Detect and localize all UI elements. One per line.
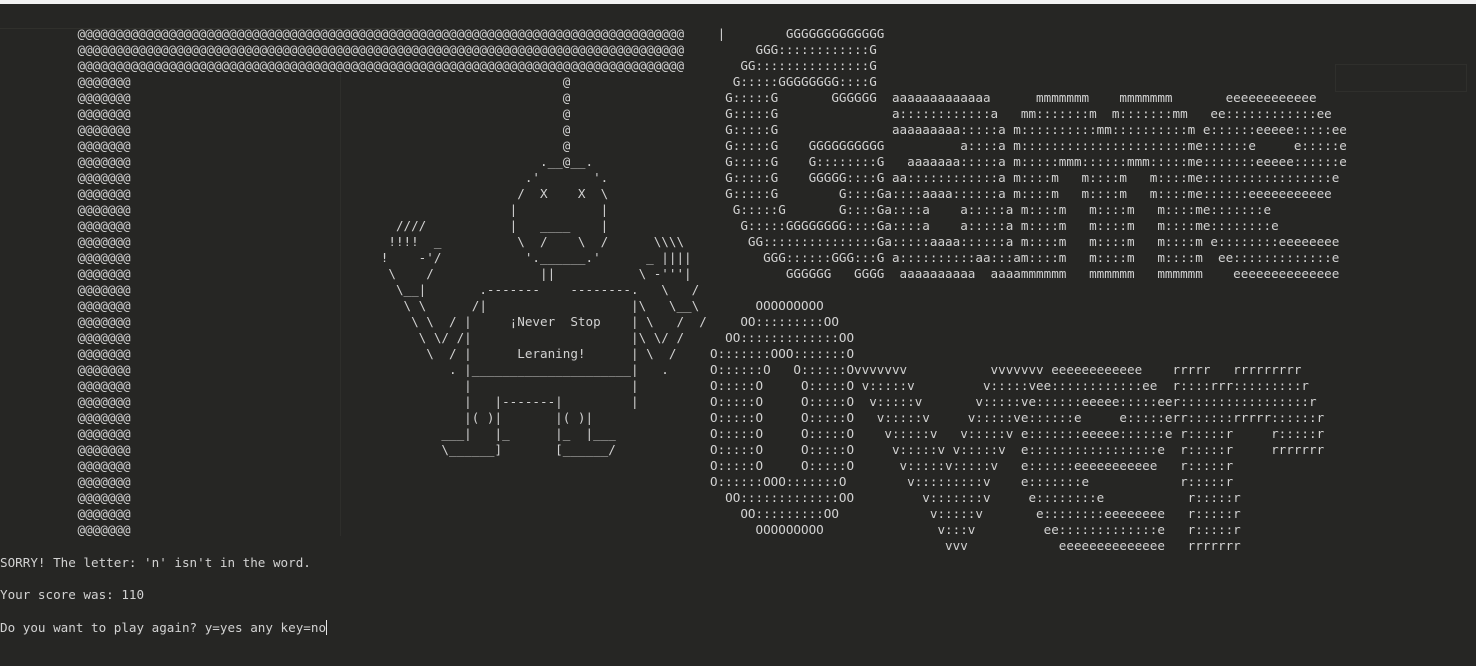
window-top-border (0, 0, 1476, 4)
ghost-panel (1335, 64, 1467, 92)
hangman-ascii-art: @@@@@@@@@@@@@@@@@@@@@@@@@@@@@@@@@@@@@@@@… (77, 26, 707, 537)
play-again-prompt: Do you want to play again? y=yes any key… (0, 620, 327, 635)
terminal-window[interactable]: @@@@@@@@@@@@@@@@@@@@@@@@@@@@@@@@@@@@@@@@… (0, 0, 1476, 666)
game-over-ascii-art: | GGGGGGGGGGGGG GGG::::::::::::G GG:::::… (710, 26, 1347, 553)
text-cursor[interactable] (326, 620, 328, 635)
wrong-letter-message: SORRY! The letter: 'n' isn't in the word… (0, 555, 311, 570)
play-again-prompt-line[interactable]: Do you want to play again? y=yes any key… (0, 620, 328, 635)
score-message: Your score was: 110 (0, 587, 145, 602)
